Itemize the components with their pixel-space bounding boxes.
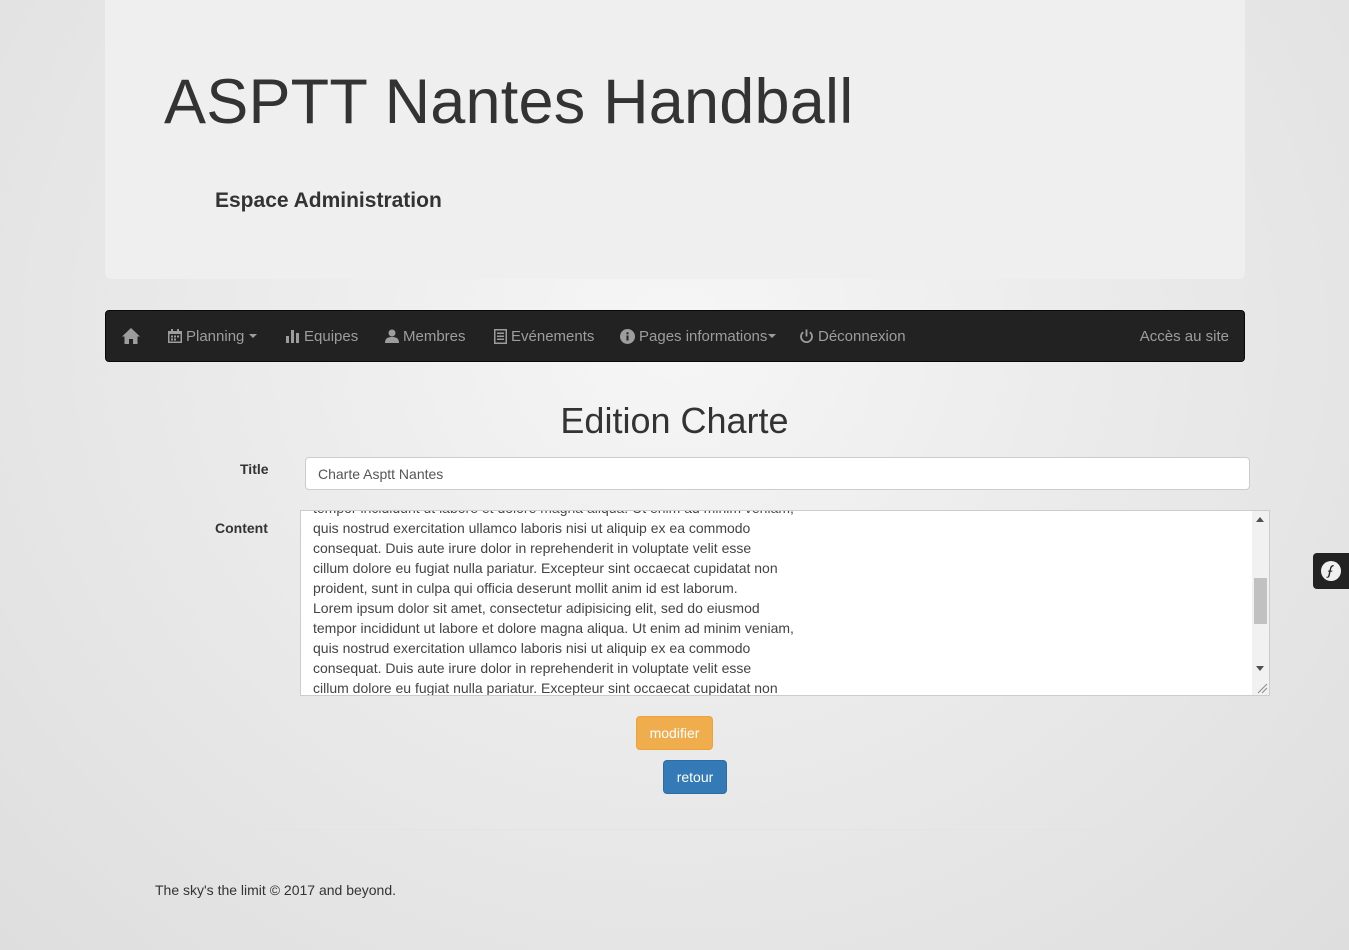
site-subtitle: Espace Administration bbox=[215, 189, 442, 212]
header-jumbotron: ASPTT Nantes Handball Espace Administrat… bbox=[105, 0, 1245, 279]
symfony-logo-icon bbox=[1321, 561, 1341, 581]
list-icon bbox=[494, 328, 507, 344]
nav-label-membres: Membres bbox=[403, 327, 466, 345]
nav-label-pages-informations: Pages informations bbox=[639, 327, 768, 345]
nav-label-planning: Planning bbox=[186, 327, 245, 345]
bar-chart-icon bbox=[286, 330, 299, 343]
nav-label-equipes: Equipes bbox=[304, 327, 359, 345]
scroll-thumb[interactable] bbox=[1254, 578, 1267, 624]
nav-item-deconnexion[interactable]: Déconnexion bbox=[799, 311, 906, 361]
content-label: Content bbox=[215, 520, 268, 536]
calendar-icon bbox=[168, 329, 182, 343]
home-icon bbox=[122, 328, 140, 344]
nav-item-pages-informations[interactable]: Pages informations bbox=[620, 311, 777, 361]
resize-grip-icon[interactable] bbox=[1255, 681, 1268, 694]
scroll-up-arrow-icon[interactable] bbox=[1256, 517, 1264, 522]
page-title: Edition Charte bbox=[560, 400, 789, 441]
info-circle-icon bbox=[620, 328, 635, 344]
title-input[interactable] bbox=[305, 457, 1250, 490]
power-icon bbox=[800, 329, 813, 343]
nav-home[interactable] bbox=[121, 311, 145, 361]
scroll-down-arrow-icon[interactable] bbox=[1256, 666, 1264, 671]
content-scrollbar[interactable] bbox=[1252, 511, 1269, 695]
site-title: ASPTT Nantes Handball bbox=[164, 67, 854, 137]
nav-item-equipes[interactable]: Equipes bbox=[286, 311, 358, 361]
content-textarea[interactable]: tempor incididunt ut labore et dolore ma… bbox=[300, 510, 1270, 696]
nav-item-membres[interactable]: Membres bbox=[385, 311, 466, 361]
nav-item-evenements[interactable]: Evénements bbox=[494, 311, 594, 361]
main-navbar: Planning Equipes Membres Evénements Page… bbox=[105, 310, 1245, 362]
symfony-toolbar-toggle[interactable] bbox=[1313, 553, 1349, 589]
nav-label-deconnexion: Déconnexion bbox=[818, 327, 906, 345]
title-label: Title bbox=[240, 461, 269, 477]
chevron-down-icon bbox=[768, 334, 777, 338]
user-icon bbox=[385, 329, 399, 343]
content-text: tempor incididunt ut labore et dolore ma… bbox=[313, 511, 794, 696]
chevron-down-icon bbox=[249, 334, 258, 338]
nav-item-planning[interactable]: Planning bbox=[168, 311, 258, 361]
footer-divider bbox=[105, 829, 1245, 830]
footer-text: The sky's the limit © 2017 and beyond. bbox=[155, 882, 397, 898]
modifier-button[interactable]: modifier bbox=[636, 716, 713, 750]
retour-button[interactable]: retour bbox=[663, 760, 727, 794]
nav-acces-site-link[interactable]: Accès au site bbox=[1140, 311, 1229, 361]
nav-label-evenements: Evénements bbox=[511, 327, 595, 345]
